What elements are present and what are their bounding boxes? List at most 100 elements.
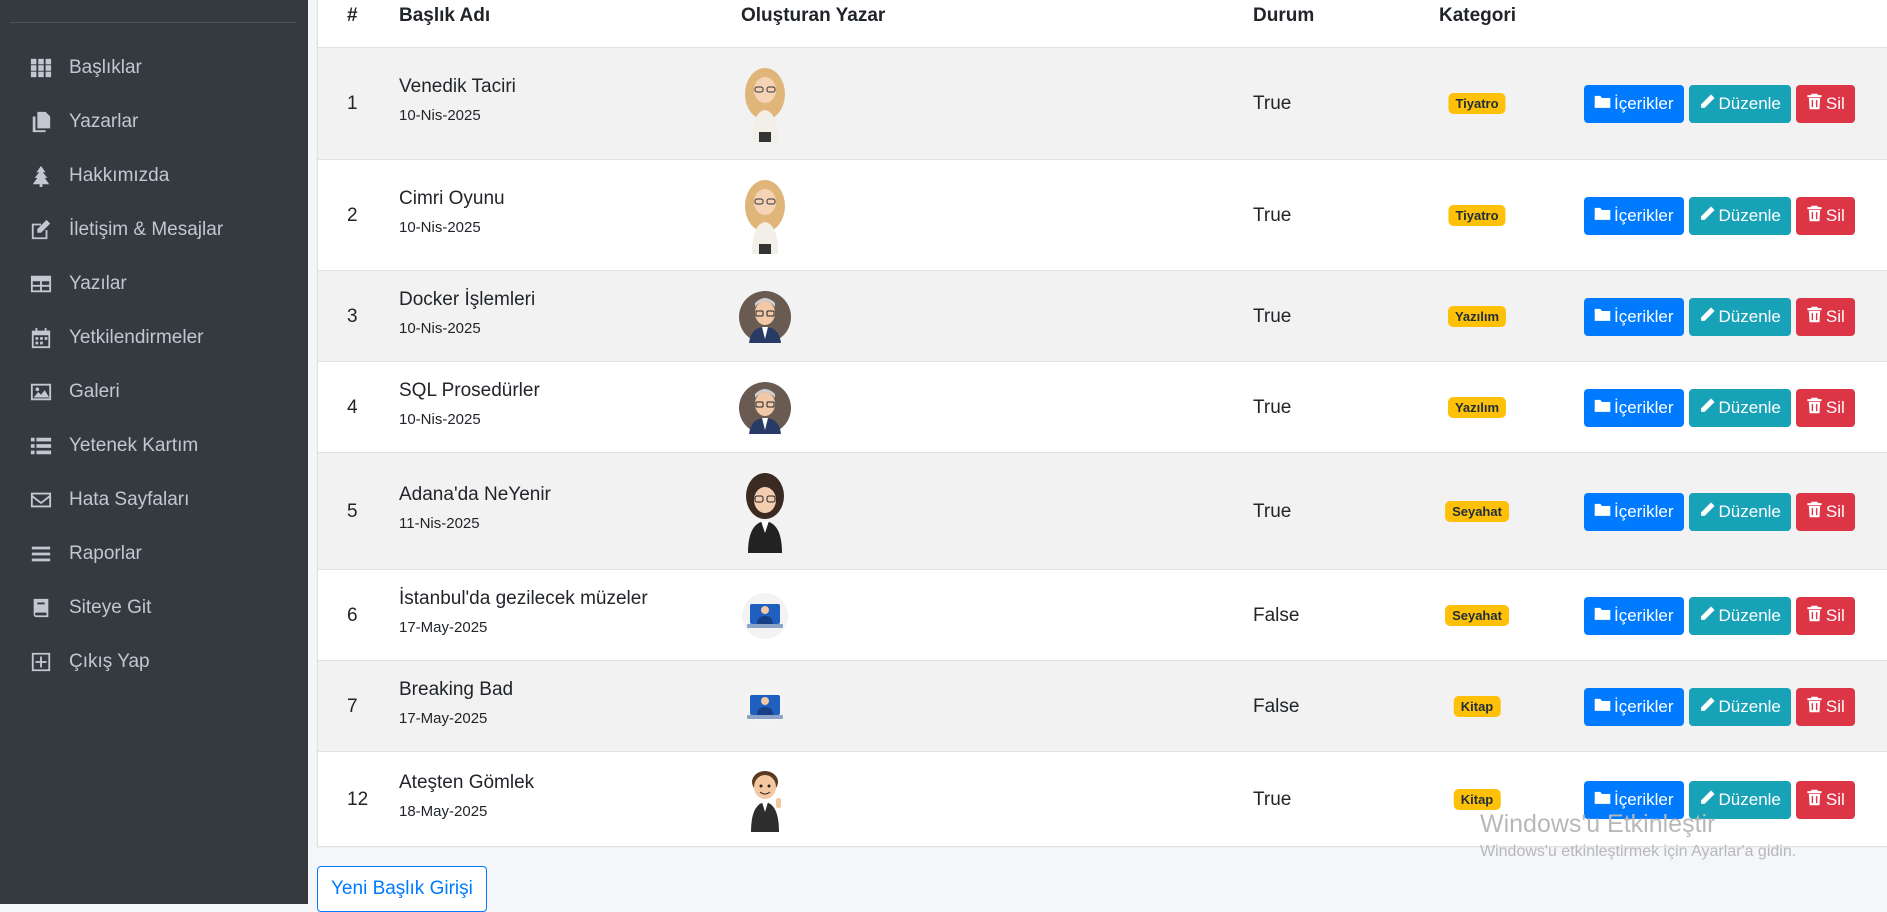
delete-button[interactable]: Sil	[1795, 780, 1855, 819]
row-status: True	[1253, 204, 1292, 226]
edit-button-label: Düzenle	[1718, 605, 1781, 625]
row-actions: İçerikler Düzenle Sil	[1584, 492, 1855, 531]
header-author: Oluşturan Yazar	[741, 5, 886, 26]
activation-watermark-title: Windows'u Etkinleştir	[1480, 810, 1716, 838]
sidebar-item[interactable]: Hata Sayfaları	[0, 473, 308, 527]
trash-icon	[1806, 205, 1826, 227]
edit-button[interactable]: Düzenle	[1688, 297, 1791, 336]
sidebar-item[interactable]: Yazarlar	[0, 95, 308, 149]
contents-button[interactable]: İçerikler	[1584, 196, 1684, 235]
author-avatar	[739, 48, 791, 160]
delete-button-label: Sil	[1825, 306, 1845, 326]
header-status: Durum	[1253, 5, 1315, 26]
category-badge: Tiyatro	[1448, 93, 1506, 114]
author-avatar	[739, 160, 791, 271]
row-date: 18-May-2025	[399, 802, 488, 820]
sidebar-item-label: Çıkış Yap	[69, 651, 150, 672]
contents-button[interactable]: İçerikler	[1584, 297, 1684, 336]
edit-button[interactable]: Düzenle	[1688, 388, 1791, 427]
edit-button[interactable]: Düzenle	[1688, 85, 1791, 123]
edit-button[interactable]: Düzenle	[1688, 492, 1791, 531]
pencil-icon	[1699, 93, 1719, 115]
contents-button[interactable]: İçerikler	[1584, 388, 1684, 427]
sidebar-item[interactable]: Çıkış Yap	[0, 635, 308, 689]
row-status: True	[1253, 500, 1292, 522]
pencil-icon	[1699, 205, 1719, 227]
edit-button[interactable]: Düzenle	[1688, 196, 1791, 235]
row-number: 4	[347, 396, 358, 418]
row-date: 10-Nis-2025	[399, 218, 481, 236]
sidebar-item[interactable]: Raporlar	[0, 527, 308, 581]
row-date: 17-May-2025	[399, 618, 488, 636]
row-status: False	[1253, 695, 1300, 717]
pencil-icon	[1699, 397, 1719, 419]
sidebar-item[interactable]: Yetkilendirmeler	[0, 311, 308, 365]
title-cell: Cimri Oyunu 10-Nis-2025	[399, 188, 505, 236]
table-row: 6 İstanbul'da gezilecek müzeler 17-May-202…	[318, 569, 1887, 661]
row-status: True	[1253, 93, 1292, 114]
pencil-icon	[1699, 605, 1719, 627]
contents-button[interactable]: İçerikler	[1584, 492, 1684, 531]
row-date: 10-Nis-2025	[399, 410, 481, 428]
book-icon	[29, 596, 53, 620]
table-row: 2 Cimri Oyunu 10-Nis-2025 True Tiyatro İçerik…	[318, 159, 1887, 271]
delete-button[interactable]: Sil	[1795, 596, 1855, 635]
author-avatar	[739, 661, 791, 752]
row-title: Adana'da NeYenir	[399, 483, 551, 505]
table-header: # Başlık Adı Oluşturan Yazar Durum Kateg…	[318, 0, 1887, 49]
sidebar-item[interactable]: Galeri	[0, 365, 308, 419]
edit-button[interactable]: Düzenle	[1688, 687, 1791, 726]
sidebar-item-label: Başlıklar	[69, 57, 142, 78]
folder-icon	[1594, 306, 1614, 328]
sidebar-item[interactable]: Yetenek Kartım	[0, 419, 308, 473]
contents-button[interactable]: İçerikler	[1584, 596, 1684, 635]
titles-table: # Başlık Adı Oluşturan Yazar Durum Kateg…	[317, 0, 1887, 847]
trash-icon	[1806, 397, 1826, 419]
contents-button-label: İçerikler	[1614, 501, 1674, 521]
trash-icon	[1806, 605, 1826, 627]
edit-icon	[29, 218, 53, 242]
row-actions: İçerikler Düzenle Sil	[1584, 596, 1855, 635]
sidebar-item-label: Yetkilendirmeler	[69, 327, 204, 348]
delete-button[interactable]: Sil	[1795, 492, 1855, 531]
title-cell: SQL Prosedürler 10-Nis-2025	[399, 380, 540, 428]
pencil-icon	[1699, 696, 1719, 718]
sidebar-item[interactable]: Siteye Git	[0, 581, 308, 635]
sidebar-item[interactable]: Başlıklar	[0, 41, 308, 95]
delete-button[interactable]: Sil	[1795, 388, 1855, 427]
author-avatar	[739, 362, 791, 453]
sidebar-item[interactable]: İletişim & Mesajlar	[0, 203, 308, 257]
contents-button-label: İçerikler	[1614, 696, 1674, 716]
sidebar-item[interactable]: Hakkımızda	[0, 149, 308, 203]
row-title: Docker İşlemleri	[399, 288, 536, 310]
folder-icon	[1594, 93, 1614, 115]
new-title-button[interactable]: Yeni Başlık Girişi	[317, 866, 487, 912]
contents-button[interactable]: İçerikler	[1584, 687, 1684, 726]
sidebar-item[interactable]: Yazılar	[0, 257, 308, 311]
plus-square-icon	[29, 650, 53, 674]
pencil-icon	[1699, 501, 1719, 523]
delete-button-label: Sil	[1825, 501, 1845, 521]
activation-watermark-text: Windows'u etkinleştirmek için Ayarlar'a …	[1480, 843, 1797, 860]
row-actions: İçerikler Düzenle Sil	[1584, 85, 1855, 123]
title-cell: Adana'da NeYenir 11-Nis-2025	[399, 484, 551, 532]
table-row: 7 Breaking Bad 17-May-2025 False Kitap İçerik…	[318, 660, 1887, 752]
sidebar-item-label: İletişim & Mesajlar	[69, 219, 224, 240]
edit-button[interactable]: Düzenle	[1688, 596, 1791, 635]
category-badge: Yazılım	[1447, 396, 1507, 418]
bars-icon	[29, 542, 53, 566]
category-badge: Kitap	[1453, 695, 1501, 717]
author-avatar	[739, 453, 791, 570]
contents-button[interactable]: İçerikler	[1584, 85, 1684, 123]
category-badge: Tiyatro	[1448, 204, 1506, 226]
delete-button-label: Sil	[1825, 789, 1845, 809]
delete-button[interactable]: Sil	[1795, 196, 1855, 235]
delete-button[interactable]: Sil	[1795, 297, 1855, 336]
row-actions: İçerikler Düzenle Sil	[1584, 687, 1855, 726]
trash-icon	[1806, 696, 1826, 718]
folder-icon	[1594, 205, 1614, 227]
delete-button[interactable]: Sil	[1795, 85, 1855, 123]
row-date: 10-Nis-2025	[399, 107, 481, 124]
delete-button[interactable]: Sil	[1795, 687, 1855, 726]
tree-icon	[29, 164, 53, 188]
